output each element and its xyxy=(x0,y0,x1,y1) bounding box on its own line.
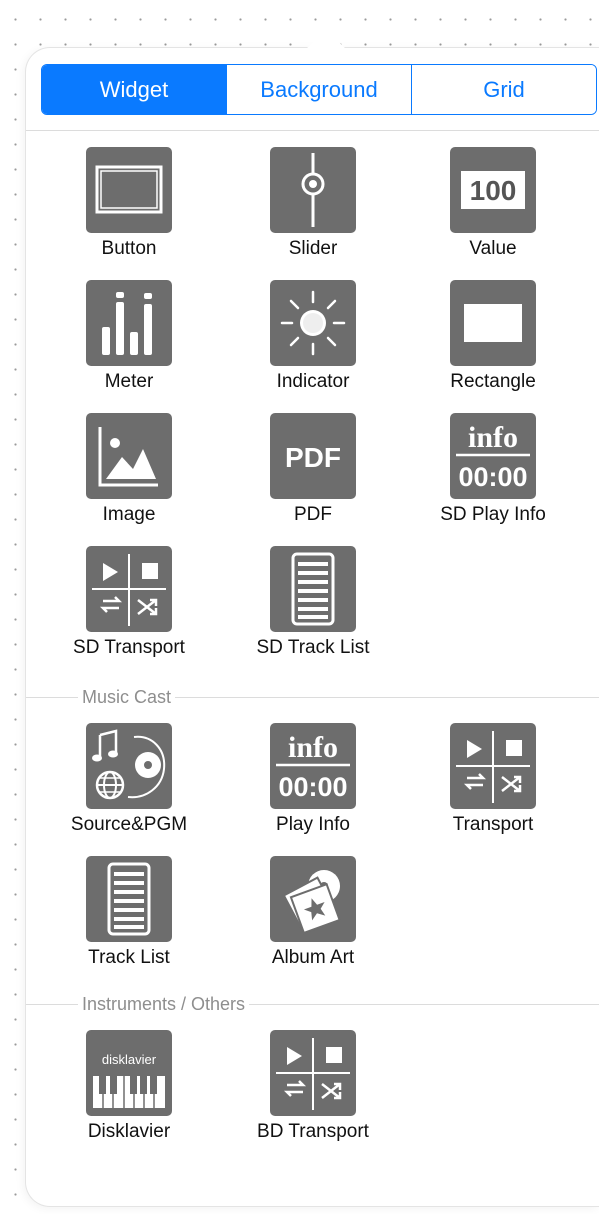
widget-play-info[interactable]: info 00:00 Play Info xyxy=(223,723,403,836)
widget-pdf[interactable]: PDF PDF xyxy=(223,413,403,526)
play-info-icon: info 00:00 xyxy=(450,413,536,499)
widget-label: BD Transport xyxy=(257,1121,369,1142)
widget-track-list[interactable]: Track List xyxy=(39,856,219,969)
value-icon: 100 xyxy=(450,147,536,233)
disklavier-icon-text: disklavier xyxy=(102,1052,157,1067)
info-icon-text: info xyxy=(468,421,518,454)
widget-label: Track List xyxy=(88,947,170,968)
rectangle-icon xyxy=(450,280,536,366)
widget-label: Button xyxy=(101,238,157,259)
left-edge xyxy=(0,0,4,1214)
widget-album-art[interactable]: Album Art xyxy=(223,856,403,969)
indicator-icon xyxy=(270,280,356,366)
widget-slider[interactable]: Slider xyxy=(223,147,403,260)
section-music-cast: Music Cast xyxy=(26,685,599,709)
pdf-icon: PDF xyxy=(270,413,356,499)
transport-icon xyxy=(450,723,536,809)
value-icon-text: 100 xyxy=(470,175,517,206)
widget-label: Value xyxy=(469,238,517,259)
widget-image[interactable]: Image xyxy=(39,413,219,526)
widget-label: Play Info xyxy=(276,814,350,835)
widget-label: SD Transport xyxy=(73,637,185,658)
section-title: Music Cast xyxy=(78,685,176,709)
divider xyxy=(26,130,599,131)
popover-arrow xyxy=(306,30,346,49)
widget-disklavier[interactable]: disklavier Disklavier xyxy=(39,1030,219,1143)
meter-icon xyxy=(86,280,172,366)
disklavier-icon: disklavier xyxy=(86,1030,172,1116)
widget-label: Slider xyxy=(288,238,338,259)
source-pgm-icon xyxy=(86,723,172,809)
section-instruments: Instruments / Others xyxy=(26,992,599,1016)
transport-icon xyxy=(270,1030,356,1116)
button-icon xyxy=(86,147,172,233)
widget-label: Transport xyxy=(452,814,534,835)
widget-rectangle[interactable]: Rectangle xyxy=(403,280,583,393)
track-list-icon xyxy=(270,546,356,632)
widget-sd-transport[interactable]: SD Transport xyxy=(39,546,219,659)
tab-grid[interactable]: Grid xyxy=(411,65,596,114)
widget-value[interactable]: 100 Value xyxy=(403,147,583,260)
widget-label: PDF xyxy=(294,504,332,525)
pdf-icon-text: PDF xyxy=(285,442,341,473)
time-icon-text: 00:00 xyxy=(458,462,527,492)
segmented-control: Widget Background Grid xyxy=(41,64,597,115)
widget-label: SD Track List xyxy=(256,637,370,658)
widget-label: Source&PGM xyxy=(70,814,188,835)
widget-label: SD Play Info xyxy=(440,504,546,525)
tab-background[interactable]: Background xyxy=(226,65,411,114)
widget-label: Album Art xyxy=(271,947,355,968)
image-icon xyxy=(86,413,172,499)
widget-source-pgm[interactable]: Source&PGM xyxy=(39,723,219,836)
widget-label: Image xyxy=(102,504,156,525)
widget-label: Rectangle xyxy=(450,371,536,392)
time-icon-text: 00:00 xyxy=(278,772,347,802)
album-art-icon xyxy=(270,856,356,942)
tab-widget[interactable]: Widget xyxy=(42,65,226,114)
widget-meter[interactable]: Meter xyxy=(39,280,219,393)
widget-indicator[interactable]: Indicator xyxy=(223,280,403,393)
widget-button[interactable]: Button xyxy=(39,147,219,260)
transport-icon xyxy=(86,546,172,632)
widget-bd-transport[interactable]: BD Transport xyxy=(223,1030,403,1143)
widget-sd-track-list[interactable]: SD Track List xyxy=(223,546,403,659)
widget-label: Indicator xyxy=(276,371,350,392)
widget-label: Disklavier xyxy=(87,1121,171,1142)
info-icon-text: info xyxy=(288,731,338,764)
widget-label: Meter xyxy=(104,371,154,392)
track-list-icon xyxy=(86,856,172,942)
widget-transport[interactable]: Transport xyxy=(403,723,583,836)
play-info-icon: info 00:00 xyxy=(270,723,356,809)
slider-icon xyxy=(270,147,356,233)
widget-sd-play-info[interactable]: info 00:00 SD Play Info xyxy=(403,413,583,526)
section-title: Instruments / Others xyxy=(78,992,250,1016)
